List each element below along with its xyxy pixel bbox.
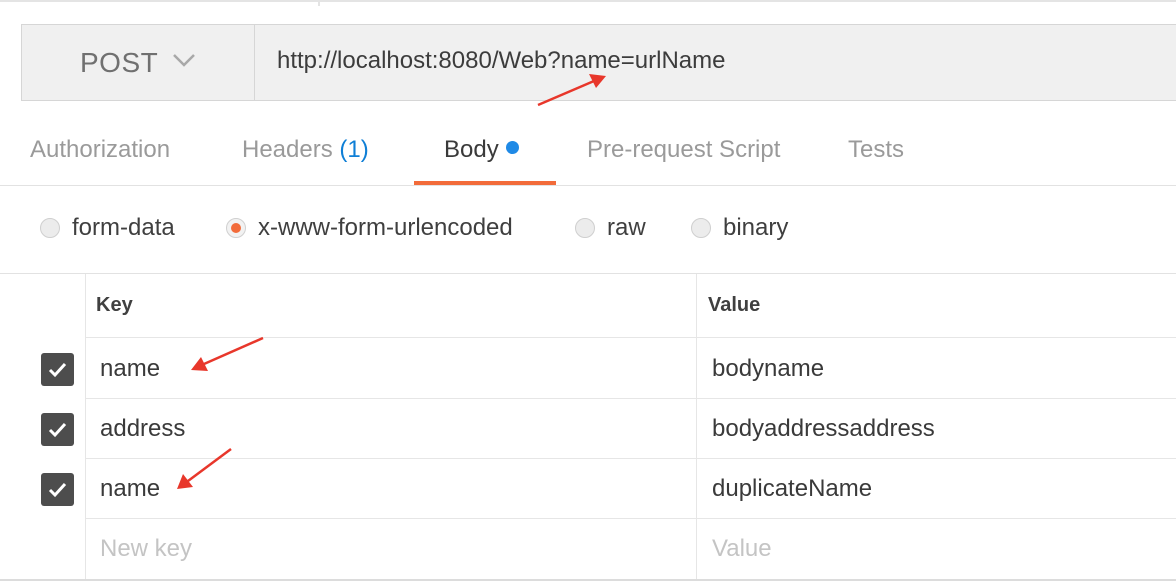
tab-body[interactable]: Body — [444, 136, 519, 164]
tab-authorization[interactable]: Authorization — [30, 136, 170, 164]
radio-form-data[interactable]: form-data — [40, 208, 175, 248]
tab-body-label: Body — [444, 136, 499, 163]
key-cell[interactable]: name — [100, 355, 160, 383]
key-cell[interactable]: name — [100, 475, 160, 503]
tab-tests[interactable]: Tests — [848, 136, 904, 164]
method-label: POST — [80, 47, 159, 78]
table-row: name bodyname — [0, 338, 1176, 398]
radio-x-www-form-urlencoded-circle[interactable] — [226, 218, 246, 238]
headers-count-badge: (1) — [339, 136, 369, 163]
new-key-input[interactable]: New key — [100, 535, 192, 563]
radio-x-www-form-urlencoded[interactable]: x-www-form-urlencoded — [226, 208, 513, 248]
new-row: New key Value — [0, 519, 1176, 579]
checkmark-icon — [48, 482, 67, 498]
value-cell[interactable]: bodyaddressaddress — [712, 415, 935, 443]
tab-headers-label: Headers — [242, 136, 333, 163]
row-enabled-checkbox[interactable] — [41, 353, 74, 386]
radio-raw[interactable]: raw — [575, 208, 646, 248]
radio-form-data-label: form-data — [72, 214, 175, 241]
tab-pre-request-script[interactable]: Pre-request Script — [587, 136, 780, 164]
tab-pre-request-script-label: Pre-request Script — [587, 136, 781, 163]
key-cell[interactable]: address — [100, 415, 185, 443]
tab-tests-label: Tests — [848, 136, 905, 163]
body-modified-dot-icon — [505, 141, 519, 154]
request-bar: POST http://localhost:8080/Web?name=urlN… — [21, 24, 1176, 101]
key-value-table: Key Value name bodyname address bodyaddr… — [0, 274, 1176, 586]
radio-raw-circle[interactable] — [575, 218, 595, 238]
radio-x-www-form-urlencoded-label: x-www-form-urlencoded — [258, 214, 513, 241]
top-notch — [318, 0, 320, 6]
radio-binary-circle[interactable] — [691, 218, 711, 238]
checkmark-icon — [48, 422, 67, 438]
url-input[interactable]: http://localhost:8080/Web?name=urlName — [277, 47, 726, 75]
method-dropdown[interactable]: POST — [22, 25, 255, 100]
row-enabled-checkbox[interactable] — [41, 413, 74, 446]
row-enabled-checkbox[interactable] — [41, 473, 74, 506]
radio-form-data-circle[interactable] — [40, 218, 60, 238]
table-bottom-border — [0, 579, 1176, 581]
key-column-header: Key — [96, 294, 133, 316]
radio-binary[interactable]: binary — [691, 208, 788, 248]
radio-raw-label: raw — [607, 214, 646, 241]
tab-headers[interactable]: Headers (1) — [242, 136, 369, 164]
request-tabs: Authorization Headers (1) Body Pre-reque… — [0, 124, 1176, 186]
checkmark-icon — [48, 362, 67, 378]
value-cell[interactable]: bodyname — [712, 355, 824, 383]
new-value-input[interactable]: Value — [712, 535, 772, 563]
tabs-divider — [0, 185, 1176, 186]
table-row: name duplicateName — [0, 459, 1176, 519]
top-edge — [0, 0, 1176, 2]
body-type-radio-group: form-data x-www-form-urlencoded raw bina… — [0, 208, 1176, 248]
radio-binary-label: binary — [723, 214, 789, 241]
value-column-header: Value — [708, 294, 761, 316]
table-header-row: Key Value — [0, 274, 1176, 337]
table-row: address bodyaddressaddress — [0, 399, 1176, 459]
value-cell[interactable]: duplicateName — [712, 475, 872, 503]
tab-authorization-label: Authorization — [30, 136, 171, 163]
chevron-down-icon — [173, 54, 195, 67]
